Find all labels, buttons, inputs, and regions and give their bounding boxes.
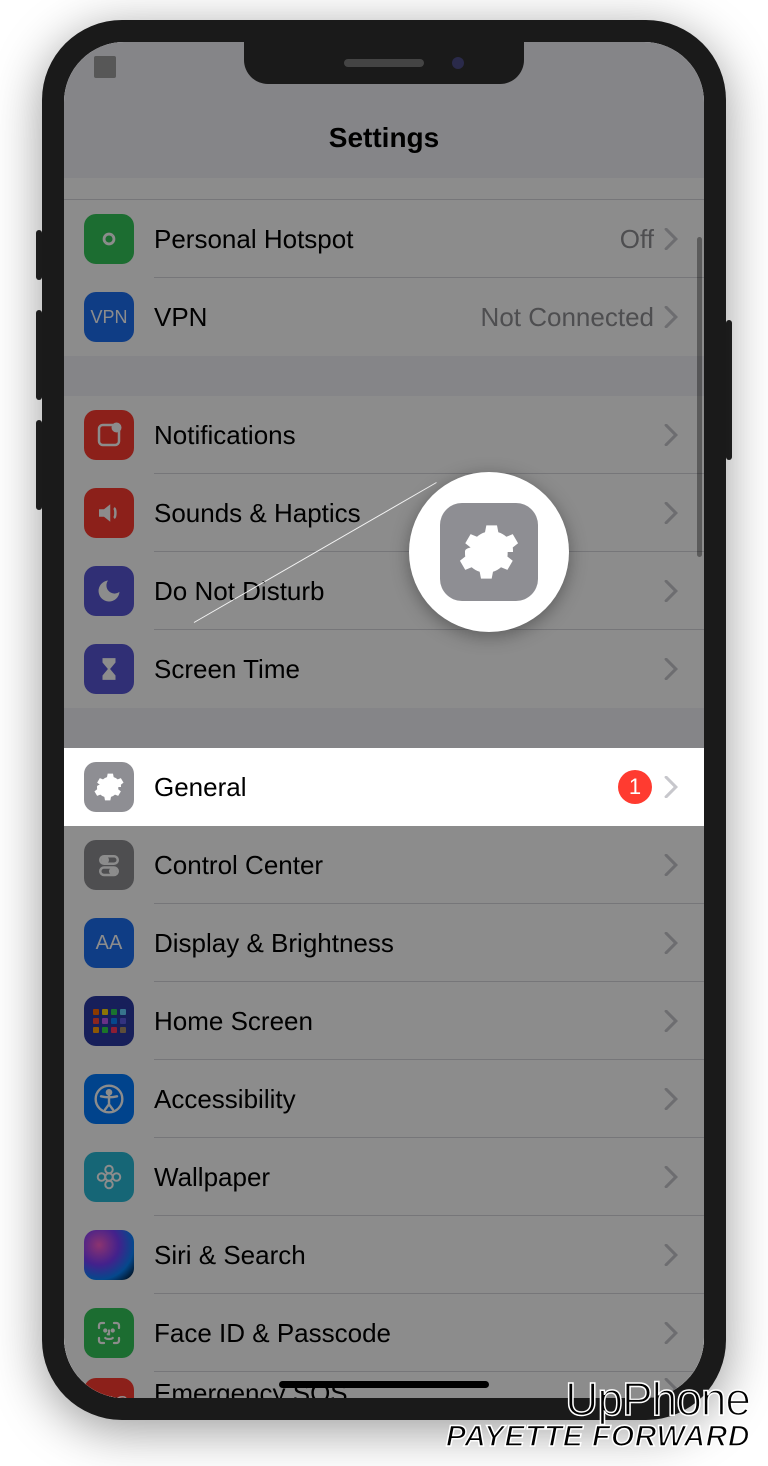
row-display[interactable]: AA Display & Brightness (64, 904, 704, 982)
speaker-grille (344, 59, 424, 67)
row-accessibility[interactable]: Accessibility (64, 1060, 704, 1138)
chevron-right-icon (664, 854, 684, 876)
notification-badge: 1 (618, 770, 652, 804)
phone-frame: Settings Personal Hotspot Off (42, 20, 726, 1420)
vpn-icon: VPN (84, 292, 134, 342)
sounds-icon (84, 488, 134, 538)
accessibility-icon (84, 1074, 134, 1124)
watermark-line-1: UpPhone (446, 1376, 750, 1422)
accessibility-label: Accessibility (154, 1084, 664, 1115)
chevron-right-icon (664, 1166, 684, 1188)
face-id-icon (84, 1308, 134, 1358)
row-wallpaper[interactable]: Wallpaper (64, 1138, 704, 1216)
chevron-right-icon (664, 1322, 684, 1344)
side-button (726, 320, 732, 460)
notch (244, 42, 524, 84)
chevron-right-icon (664, 1010, 684, 1032)
chevron-right-icon (664, 1244, 684, 1266)
chevron-right-icon (664, 658, 684, 680)
watermark-line-2: PAYETTE FORWARD (446, 1422, 750, 1452)
row-screen-time[interactable]: Screen Time (64, 630, 704, 708)
settings-group-network: Personal Hotspot Off VPN VPN Not Connect… (64, 178, 704, 356)
moon-icon (84, 566, 134, 616)
row-siri[interactable]: Siri & Search (64, 1216, 704, 1294)
screen: Settings Personal Hotspot Off (64, 42, 704, 1398)
row-vpn[interactable]: VPN VPN Not Connected (64, 278, 704, 356)
siri-icon (84, 1230, 134, 1280)
vpn-detail: Not Connected (481, 302, 654, 333)
chevron-right-icon (664, 502, 684, 524)
wallpaper-label: Wallpaper (154, 1162, 664, 1193)
gear-icon (84, 762, 134, 812)
hotspot-label: Personal Hotspot (154, 224, 620, 255)
chevron-right-icon (664, 306, 684, 328)
chevron-right-icon (664, 228, 684, 250)
hourglass-icon (84, 644, 134, 694)
sos-icon: SOS (84, 1378, 134, 1398)
hotspot-icon (84, 214, 134, 264)
general-label: General (154, 772, 618, 803)
face-id-label: Face ID & Passcode (154, 1318, 664, 1349)
page-title: Settings (64, 88, 704, 178)
sounds-label: Sounds & Haptics (154, 498, 664, 529)
vpn-label: VPN (154, 302, 481, 333)
row-home-screen[interactable]: Home Screen (64, 982, 704, 1060)
settings-group-alerts: Notifications Sounds & Haptics (64, 396, 704, 708)
home-screen-label: Home Screen (154, 1006, 664, 1037)
home-screen-icon (84, 996, 134, 1046)
row-do-not-disturb[interactable]: Do Not Disturb (64, 552, 704, 630)
chevron-right-icon (664, 1088, 684, 1110)
callout-gear-icon (440, 503, 538, 601)
row-face-id[interactable]: Face ID & Passcode (64, 1294, 704, 1372)
row-control-center[interactable]: Control Center (64, 826, 704, 904)
chevron-right-icon (664, 580, 684, 602)
watermark: UpPhone PAYETTE FORWARD (446, 1376, 750, 1452)
status-placeholder (94, 56, 116, 78)
display-icon: AA (84, 918, 134, 968)
hotspot-detail: Off (620, 224, 654, 255)
front-camera (452, 57, 464, 69)
settings-group-system: General 1 Control Center (64, 748, 704, 1398)
settings-list[interactable]: Personal Hotspot Off VPN VPN Not Connect… (64, 178, 704, 1398)
callout-zoom-circle (409, 472, 569, 632)
chevron-right-icon (664, 932, 684, 954)
scroll-indicator[interactable] (697, 237, 702, 557)
row-notifications[interactable]: Notifications (64, 396, 704, 474)
siri-label: Siri & Search (154, 1240, 664, 1271)
chevron-right-icon (664, 424, 684, 446)
partial-row-top (64, 178, 704, 200)
notifications-label: Notifications (154, 420, 664, 451)
phone-bezel: Settings Personal Hotspot Off (64, 42, 704, 1398)
control-center-label: Control Center (154, 850, 664, 881)
notifications-icon (84, 410, 134, 460)
row-personal-hotspot[interactable]: Personal Hotspot Off (64, 200, 704, 278)
wallpaper-icon (84, 1152, 134, 1202)
screentime-label: Screen Time (154, 654, 664, 685)
control-center-icon (84, 840, 134, 890)
row-general[interactable]: General 1 (64, 748, 704, 826)
chevron-right-icon (664, 776, 684, 798)
display-label: Display & Brightness (154, 928, 664, 959)
